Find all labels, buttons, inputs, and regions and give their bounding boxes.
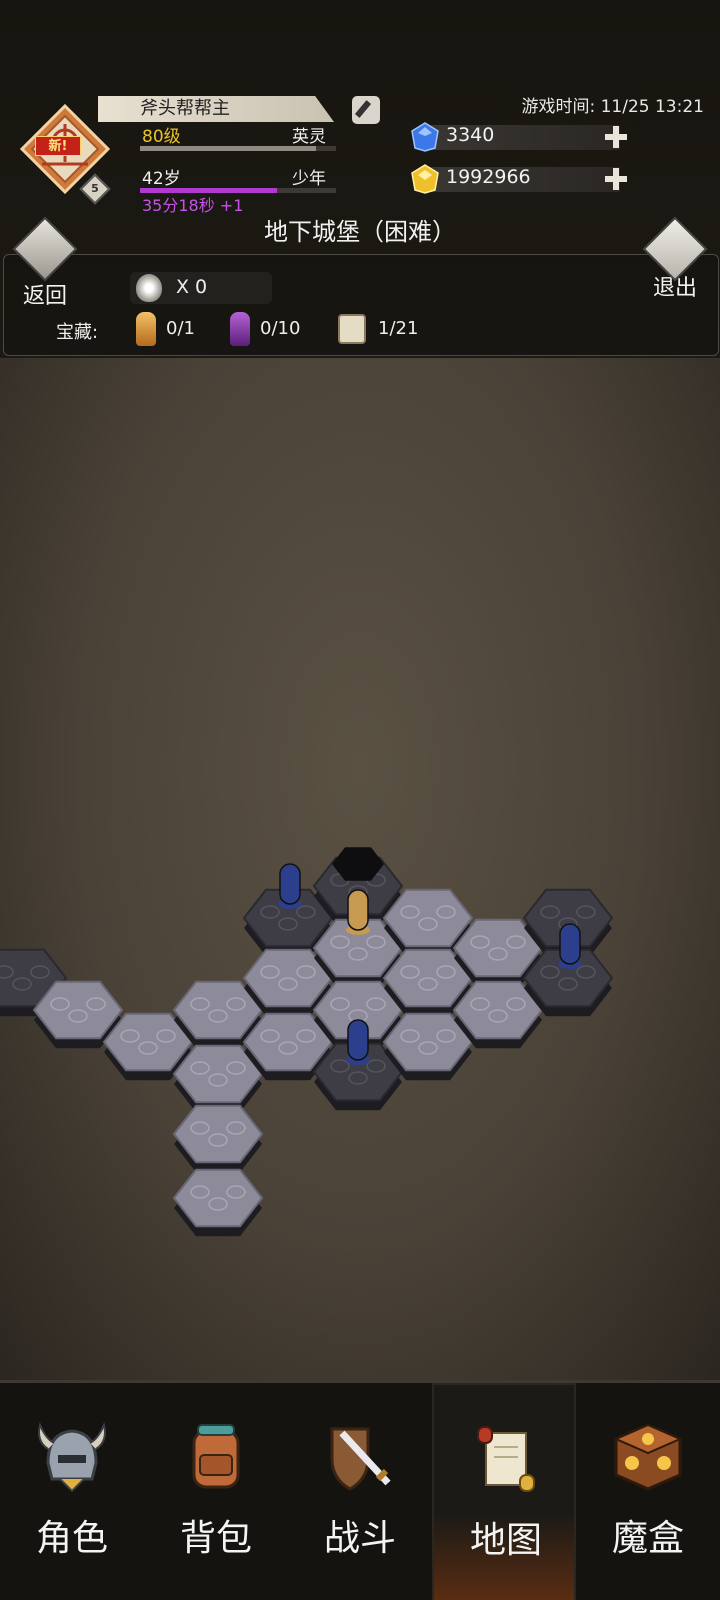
player-stage: 少年 [292, 169, 326, 189]
gem-count: 3340 [446, 124, 495, 146]
game-time: 游戏时间: 11/25 13:21 [521, 97, 704, 117]
nav-role[interactable]: 角色 [0, 1383, 144, 1600]
back-button[interactable]: 返回 [10, 216, 80, 310]
nav-battle[interactable]: 战斗 [288, 1383, 432, 1600]
dungeon-map[interactable] [0, 358, 720, 1380]
flame-icon [136, 274, 162, 302]
sword-shield-icon [330, 1427, 391, 1491]
helmet-icon [38, 1421, 106, 1493]
dungeon-title: 地下城堡（困难） [264, 218, 456, 246]
gold-currency: 1992966 [410, 164, 640, 194]
nav-backpack[interactable]: 背包 [144, 1383, 288, 1600]
fire-count: X 0 [176, 276, 208, 298]
hex-grid[interactable] [0, 358, 720, 1380]
exit-button[interactable]: 退出 [640, 216, 710, 302]
level-progress-bar [140, 146, 336, 151]
gold-chalice-icon [136, 312, 156, 346]
player-age: 42岁 [142, 169, 181, 189]
mystery-box-icon [338, 314, 366, 344]
nav-backpack-label: 背包 [179, 1518, 252, 1559]
treasure-label: 宝藏: [56, 322, 99, 343]
bottom-nav: 角色 背包 战斗 地图 魔盒 [0, 1380, 720, 1600]
gold-count: 1992966 [446, 166, 531, 188]
gem-currency: 3340 [410, 122, 640, 152]
add-gems-button[interactable] [604, 125, 628, 149]
fire-counter: X 0 [130, 272, 272, 304]
status-header: 新! 5 斧头帮帮主 80级 英灵 42岁 少年 35分18秒 +1 游戏时间:… [0, 0, 720, 449]
nav-magic-box[interactable]: 魔盒 [576, 1383, 720, 1600]
nav-battle-label: 战斗 [323, 1518, 396, 1559]
gold-gem-icon [411, 164, 439, 194]
back-arrow-icon [12, 216, 78, 282]
nav-map[interactable]: 地图 [432, 1383, 576, 1600]
player-level: 80级 [142, 127, 181, 147]
scroll-map-icon [477, 1426, 535, 1492]
blue-gem-icon [411, 122, 439, 152]
nav-role-label: 角色 [35, 1518, 108, 1559]
player-name: 斧头帮帮主 [98, 96, 334, 122]
enemy-piece-icon[interactable] [346, 1019, 370, 1065]
player-piece-icon[interactable] [346, 889, 370, 935]
nav-magic-box-label: 魔盒 [611, 1518, 684, 1559]
add-gold-button[interactable] [604, 167, 628, 191]
new-badge: 新! [35, 136, 81, 156]
enemy-piece-icon[interactable] [558, 923, 582, 969]
enemy-piece-icon[interactable] [278, 863, 302, 909]
magic-box-icon [613, 1423, 683, 1491]
purple-chalice-icon [230, 312, 250, 346]
nav-map-label: 地图 [469, 1520, 542, 1561]
player-title: 英灵 [292, 127, 326, 147]
back-label: 返回 [22, 284, 67, 309]
backpack-icon [192, 1424, 240, 1489]
edit-name-icon[interactable] [352, 96, 380, 124]
